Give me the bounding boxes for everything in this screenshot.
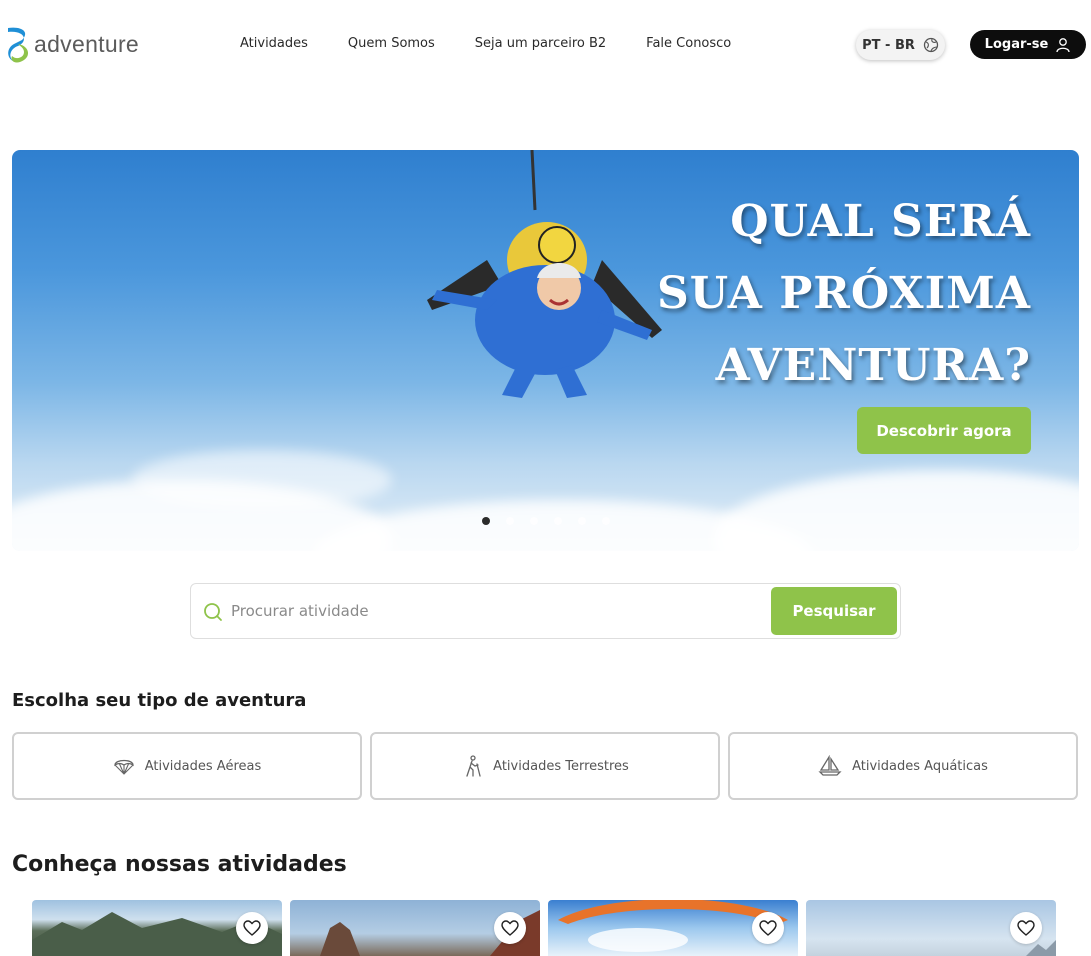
sailboat-icon [818,755,842,776]
brand-name: adventure [34,30,139,57]
activity-card[interactable] [290,900,540,956]
carousel-dots [482,517,610,525]
carousel-dot[interactable] [554,517,562,525]
heart-icon [501,920,519,936]
globe-icon [923,37,939,53]
category-land-label: Atividades Terrestres [493,758,629,774]
search-button[interactable]: Pesquisar [771,587,897,635]
user-icon [1056,37,1070,52]
favorite-button[interactable] [752,912,784,944]
heart-icon [1017,920,1035,936]
favorite-button[interactable] [1010,912,1042,944]
heart-icon [243,920,261,936]
categories-title: Escolha seu tipo de aventura [12,690,307,711]
carousel-dot[interactable] [578,517,586,525]
nav-item-quem-somos[interactable]: Quem Somos [348,36,435,51]
favorite-button[interactable] [236,912,268,944]
brand-logo[interactable]: adventure [4,24,139,64]
hero-banner: QUAL SERÁ SUA PRÓXIMA AVENTURA? Descobri… [12,150,1079,551]
search-input[interactable] [231,596,751,626]
nav-item-fale-conosco[interactable]: Fale Conosco [646,36,731,51]
heart-icon [759,920,777,936]
hiking-icon [466,755,481,777]
search-icon [204,603,222,621]
login-button[interactable]: Logar-se [970,30,1086,59]
hero-title-line-1: QUAL SERÁ [730,196,1031,247]
nav-item-atividades[interactable]: Atividades [240,36,308,51]
category-water[interactable]: Atividades Aquáticas [728,732,1078,800]
language-selector[interactable]: PT - BR [856,30,945,60]
header: adventure Atividades Quem Somos Seja um … [0,0,1091,90]
activity-card[interactable] [32,900,282,956]
category-land[interactable]: Atividades Terrestres [370,732,720,800]
hero-title: QUAL SERÁ SUA PRÓXIMA AVENTURA? [657,186,1031,402]
skydivers-image [427,150,662,398]
hero-title-line-3: AVENTURA? [715,340,1031,391]
nav-item-parceiro[interactable]: Seja um parceiro B2 [475,36,606,51]
discover-now-button[interactable]: Descobrir agora [857,407,1031,454]
main-nav: Atividades Quem Somos Seja um parceiro B… [240,36,771,51]
category-air-label: Atividades Aéreas [144,758,262,774]
logo-icon [8,27,29,63]
carousel-dot[interactable] [506,517,514,525]
carousel-dot[interactable] [482,517,490,525]
activities-title: Conheça nossas atividades [12,852,347,877]
search-bar: Pesquisar [190,583,901,639]
category-water-label: Atividades Aquáticas [852,758,988,774]
activity-card[interactable] [548,900,798,956]
favorite-button[interactable] [494,912,526,944]
category-air[interactable]: Atividades Aéreas [12,732,362,800]
parachute-icon [114,759,134,775]
language-label: PT - BR [862,37,915,53]
login-label: Logar-se [984,37,1049,52]
activity-card[interactable] [806,900,1056,956]
carousel-dot[interactable] [530,517,538,525]
hero-title-line-2: SUA PRÓXIMA [656,268,1031,319]
carousel-dot[interactable] [602,517,610,525]
